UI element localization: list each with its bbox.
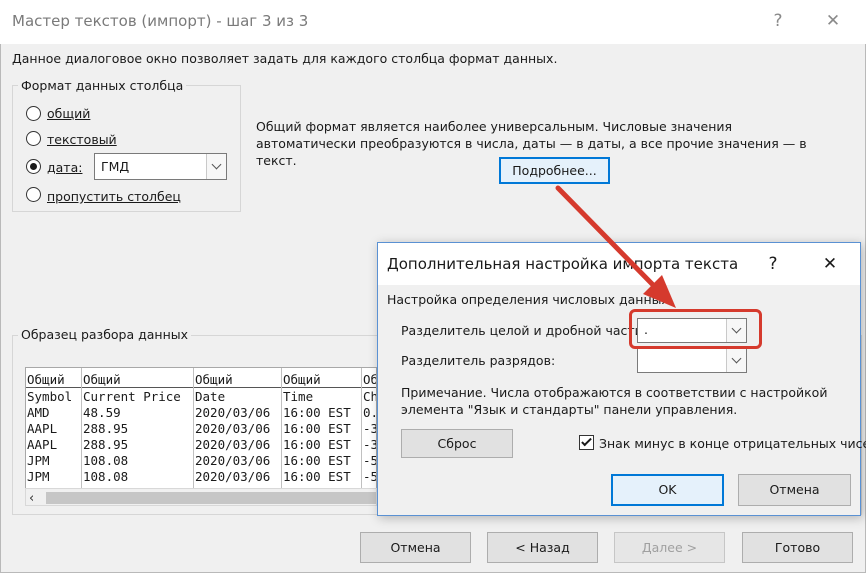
table-cell: 2020/03/06 xyxy=(195,405,271,420)
table-cell: -3 xyxy=(363,421,377,436)
help-icon[interactable]: ? xyxy=(758,249,788,279)
preview-col-header[interactable]: Общий xyxy=(283,372,321,388)
close-icon[interactable]: ✕ xyxy=(818,6,848,36)
help-icon[interactable]: ? xyxy=(763,6,793,36)
next-button[interactable]: Далее > xyxy=(614,532,725,563)
preview-horizontal-scrollbar[interactable]: ‹ xyxy=(25,488,377,506)
table-cell: Ch xyxy=(363,389,377,404)
table-cell: AAPL xyxy=(27,437,58,452)
table-cell: 0. xyxy=(363,405,377,420)
reset-button[interactable]: Сброс xyxy=(401,429,513,458)
data-preview-grid[interactable]: Общий Общий Общий Общий Об Symbol Curren… xyxy=(25,367,377,489)
table-cell: 2020/03/06 xyxy=(195,437,271,452)
table-cell: Time xyxy=(283,389,314,404)
table-cell: 2020/03/06 xyxy=(195,469,271,484)
table-cell: 288.95 xyxy=(83,437,129,452)
preview-header-row: Общий Общий Общий Общий Об xyxy=(26,372,376,388)
back-button[interactable]: < Назад xyxy=(487,532,598,563)
table-cell: AAPL xyxy=(27,421,58,436)
column-divider xyxy=(81,368,82,488)
ok-button[interactable]: OK xyxy=(611,474,724,506)
table-cell: 16:00 EST xyxy=(283,453,351,468)
table-cell: Symbol xyxy=(27,389,73,404)
table-cell: 2020/03/06 xyxy=(195,453,271,468)
table-cell: AMD xyxy=(27,405,50,420)
annotation-arrow-icon xyxy=(555,185,676,308)
radio-date-label[interactable]: дата: xyxy=(47,160,82,175)
date-format-value: ГМД xyxy=(101,159,130,174)
close-icon[interactable]: ✕ xyxy=(815,249,845,279)
table-cell: 16:00 EST xyxy=(283,405,351,420)
window-title: Мастер текстов (импорт) - шаг 3 из 3 xyxy=(12,12,309,30)
preview-col-header[interactable]: Общий xyxy=(27,372,65,388)
column-divider xyxy=(361,368,362,488)
table-cell: JPM xyxy=(27,469,50,484)
regional-settings-note: Примечание. Числа отображаются в соответ… xyxy=(401,385,828,417)
finish-button[interactable]: Готово xyxy=(742,532,853,563)
table-cell: 16:00 EST xyxy=(283,437,351,452)
thousands-separator-dropdown-button[interactable] xyxy=(726,349,746,372)
date-format-select[interactable]: ГМД xyxy=(94,153,227,180)
table-cell: 16:00 EST xyxy=(283,421,351,436)
checkmark-icon xyxy=(581,435,592,447)
scrollbar-thumb[interactable] xyxy=(46,492,376,504)
date-format-dropdown-button[interactable] xyxy=(206,154,226,179)
radio-general[interactable] xyxy=(26,106,41,121)
table-cell: 48.59 xyxy=(83,405,121,420)
column-divider xyxy=(281,368,282,488)
trailing-minus-label[interactable]: Знак минус в конце отрицательных чисел xyxy=(599,436,866,451)
radio-text-label[interactable]: текстовый xyxy=(47,132,117,147)
table-cell: -3 xyxy=(363,437,377,452)
preview-col-header[interactable]: Общий xyxy=(195,372,233,388)
table-cell: -5 xyxy=(363,453,377,468)
table-cell: 2020/03/06 xyxy=(195,421,271,436)
thousands-separator-label: Разделитель разрядов: xyxy=(401,353,556,368)
table-cell: 108.08 xyxy=(83,453,129,468)
table-cell: JPM xyxy=(27,453,50,468)
thousands-separator-select[interactable] xyxy=(637,348,747,373)
dialog-description: Данное диалоговое окно позволяет задать … xyxy=(12,51,558,66)
chevron-down-icon xyxy=(211,159,222,170)
trailing-minus-checkbox[interactable] xyxy=(579,435,594,450)
table-cell: Current Price xyxy=(83,389,181,404)
title-bar[interactable]: Мастер текстов (импорт) - шаг 3 из 3 ? ✕ xyxy=(0,0,866,44)
column-divider xyxy=(193,368,194,488)
advanced-cancel-button[interactable]: Отмена xyxy=(738,474,851,506)
radio-skip-column[interactable] xyxy=(26,187,41,202)
cancel-button[interactable]: Отмена xyxy=(360,532,471,563)
scroll-left-icon[interactable]: ‹ xyxy=(29,491,34,506)
column-format-group-label: Формат данных столбца xyxy=(18,78,187,93)
radio-text[interactable] xyxy=(26,131,41,146)
preview-col-header[interactable]: Общий xyxy=(83,372,121,388)
preview-col-header[interactable]: Об xyxy=(363,372,376,388)
table-cell: 288.95 xyxy=(83,421,129,436)
radio-date[interactable] xyxy=(26,159,41,174)
table-cell: Date xyxy=(195,389,226,404)
table-cell: 16:00 EST xyxy=(283,469,351,484)
radio-general-label[interactable]: общий xyxy=(47,106,90,121)
preview-group-label: Образец разбора данных xyxy=(18,327,192,342)
table-cell: 108.08 xyxy=(83,469,129,484)
chevron-down-icon xyxy=(731,353,742,364)
radio-skip-column-label[interactable]: пропустить столбец xyxy=(47,189,181,204)
table-cell: -5 xyxy=(363,469,377,484)
